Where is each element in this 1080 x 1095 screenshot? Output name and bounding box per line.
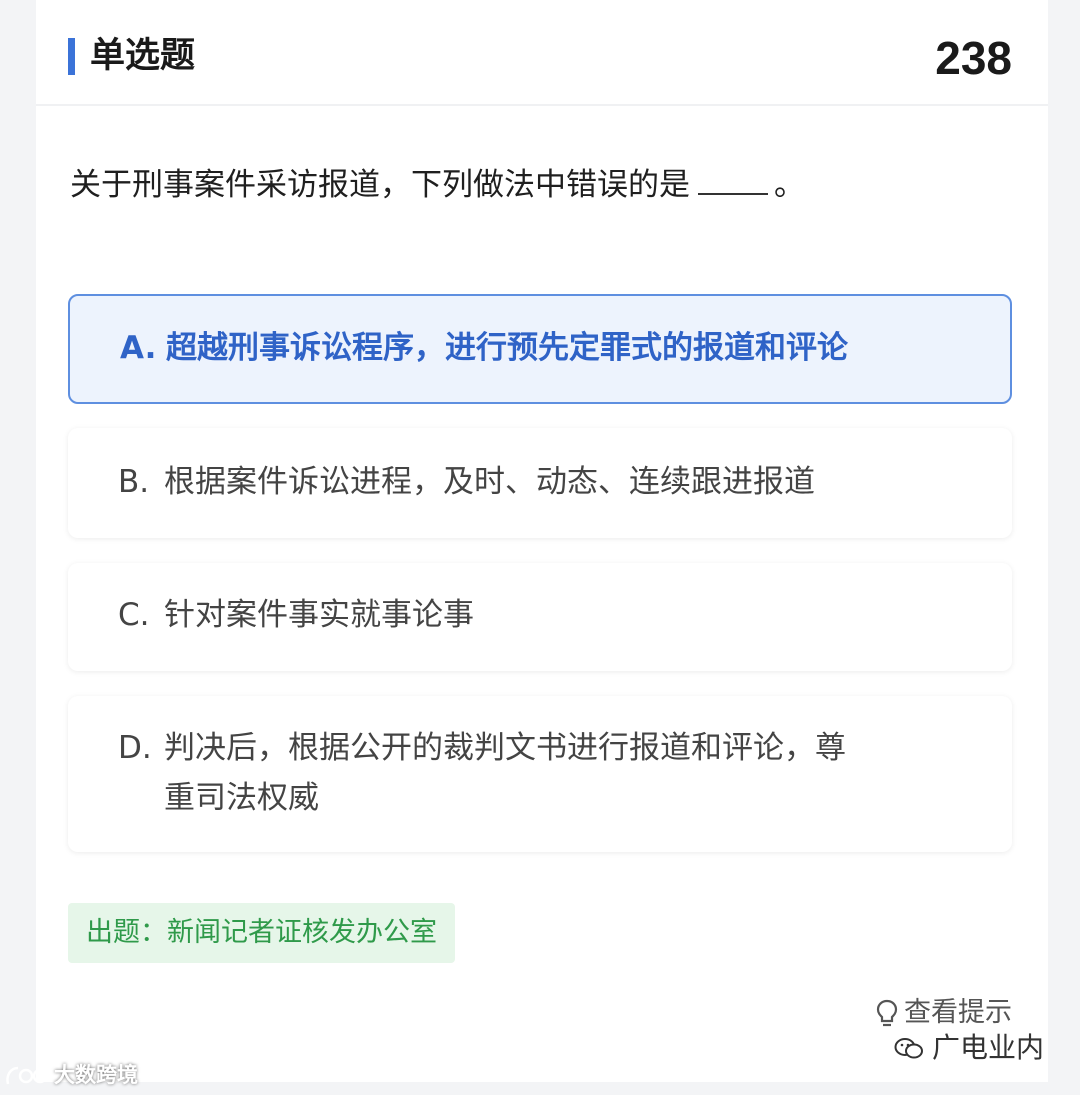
option-b-text: 根据案件诉讼进程，及时、动态、连续跟进报道 <box>164 464 815 500</box>
option-a-text: 超越刑事诉讼程序，进行预先定罪式的报道和评论 <box>166 330 848 366</box>
wechat-icon <box>894 1038 923 1059</box>
answer-blank <box>698 163 768 195</box>
watermark-logo-icon <box>6 1066 48 1085</box>
source-label: 出题： <box>86 917 167 948</box>
source-value: 新闻记者证核发办公室 <box>167 917 437 948</box>
question-type-title: 单选题 <box>90 36 196 76</box>
option-d-text-line2: 重司法权威 <box>164 780 319 816</box>
option-b-letter: B. <box>118 464 150 500</box>
question-number: 238 <box>935 32 1012 84</box>
option-a-content: A. 超越刑事诉讼程序，进行预先定罪式的报道和评论 <box>120 323 970 373</box>
option-d-text-line1: 判决后，根据公开的裁判文书进行报道和评论，尊 <box>164 730 846 766</box>
watermark-right: 广电业内 <box>894 1028 1044 1068</box>
option-d-content: D. 判决后，根据公开的裁判文书进行报道和评论，尊 重司法权威 <box>118 723 972 823</box>
option-c-letter: C. <box>118 597 150 633</box>
watermark-right-text: 广电业内 <box>931 1031 1044 1064</box>
option-b-content: B. 根据案件诉讼进程，及时、动态、连续跟进报道 <box>118 457 972 507</box>
card-header: 单选题 238 <box>36 0 1048 106</box>
title-accent-bar <box>68 38 75 75</box>
lightbulb-icon <box>876 999 898 1026</box>
hint-label: 查看提示 <box>904 997 1012 1028</box>
option-a-letter: A. <box>120 330 157 366</box>
watermark-left: 大数跨境 <box>4 1060 138 1090</box>
view-hint-link[interactable]: 查看提示 <box>876 993 1012 1033</box>
question-card: 单选题 238 关于刑事案件采访报道，下列做法中错误的是 。 A. 超越刑事诉讼程序… <box>36 0 1048 1082</box>
option-d-letter: D. <box>118 730 152 766</box>
option-c-text: 针对案件事实就事论事 <box>164 597 474 633</box>
question-source-badge: 出题：新闻记者证核发办公室 <box>68 903 455 963</box>
option-b[interactable]: B. 根据案件诉讼进程，及时、动态、连续跟进报道 <box>68 428 1012 538</box>
option-c-content: C. 针对案件事实就事论事 <box>118 590 972 640</box>
question-stem: 关于刑事案件采访报道，下列做法中错误的是 。 <box>70 163 805 207</box>
question-text: 关于刑事案件采访报道，下列做法中错误的是 <box>70 167 690 203</box>
option-c[interactable]: C. 针对案件事实就事论事 <box>68 563 1012 671</box>
option-d[interactable]: D. 判决后，根据公开的裁判文书进行报道和评论，尊 重司法权威 <box>68 696 1012 852</box>
watermark-left-text: 大数跨境 <box>54 1063 138 1087</box>
question-end-punct: 。 <box>774 167 805 203</box>
option-a[interactable]: A. 超越刑事诉讼程序，进行预先定罪式的报道和评论 <box>68 294 1012 404</box>
